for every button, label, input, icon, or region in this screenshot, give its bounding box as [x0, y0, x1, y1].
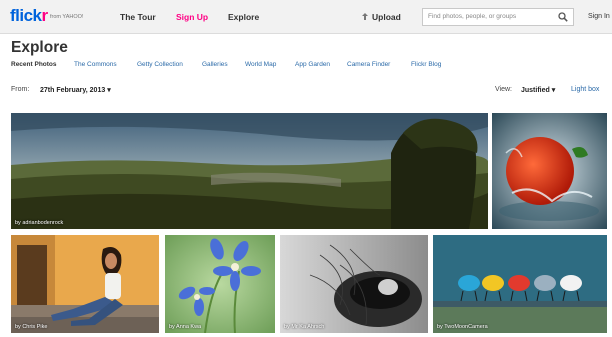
date-value: 27th February, 2013 — [40, 87, 106, 94]
woman-image — [11, 235, 159, 333]
tomato-image — [492, 113, 607, 229]
subnav-the-commons[interactable]: The Commons — [74, 61, 117, 68]
photo-credit[interactable]: by Chris Pike — [15, 324, 47, 330]
upload-icon[interactable] — [362, 13, 368, 20]
from-label: From: — [11, 86, 30, 93]
photo-tile-chairs[interactable]: by TwoMoonCamera — [433, 235, 607, 333]
photo-tile-tomato[interactable] — [492, 113, 607, 229]
date-selector[interactable]: 27th February, 2013 ▾ — [40, 86, 111, 94]
search-placeholder: Find photos, people, or groups — [428, 13, 517, 20]
search-input[interactable]: Find photos, people, or groups — [422, 8, 574, 26]
by-yahoo-text: from YAHOO! — [50, 14, 84, 20]
nav-the-tour[interactable]: The Tour — [120, 12, 156, 22]
light-box-link[interactable]: Light box — [571, 86, 599, 93]
flowers-image — [165, 235, 275, 333]
view-value: Justified — [521, 87, 550, 94]
nest-image — [280, 235, 428, 333]
photo-credit[interactable]: by Anna Kwa — [169, 324, 201, 330]
chevron-down-icon: ▾ — [107, 87, 111, 94]
logo-part-r: r — [41, 6, 49, 25]
nav-explore[interactable]: Explore — [228, 12, 259, 22]
view-chevron-down-icon: ▾ — [551, 87, 556, 94]
upload-link[interactable]: Upload — [372, 12, 401, 22]
subnav-recent-photos[interactable]: Recent Photos — [11, 61, 57, 68]
sign-in-link[interactable]: Sign In — [588, 13, 610, 20]
subnav-camera-finder[interactable]: Camera Finder — [347, 61, 390, 68]
view-selector[interactable]: Justified ▾ — [521, 86, 555, 94]
landscape-image — [11, 113, 488, 229]
page-title: Explore — [11, 39, 68, 56]
subnav-flickr-blog[interactable]: Flickr Blog — [411, 61, 441, 68]
subnav-galleries[interactable]: Galleries — [202, 61, 228, 68]
photo-tile-flowers[interactable]: by Anna Kwa — [165, 235, 275, 333]
subnav-getty-collection[interactable]: Getty Collection — [137, 61, 183, 68]
view-label: View: — [495, 86, 512, 93]
chairs-image — [433, 235, 607, 333]
nav-sign-up[interactable]: Sign Up — [176, 12, 208, 22]
logo-part-flick: flick — [10, 6, 42, 25]
photo-credit[interactable]: by TwoMoonCamera — [437, 324, 488, 330]
search-icon[interactable] — [558, 12, 568, 22]
photo-tile-nest[interactable]: by Mr Ka Ahrsch — [280, 235, 428, 333]
photo-credit[interactable]: by adrianbodenrock — [15, 220, 63, 226]
photo-credit[interactable]: by Mr Ka Ahrsch — [284, 324, 324, 330]
flickr-logo[interactable]: flickr — [10, 6, 48, 26]
photo-tile-woman[interactable]: by Chris Pike — [11, 235, 159, 333]
photo-tile-landscape[interactable]: by adrianbodenrock — [11, 113, 488, 229]
subnav-world-map[interactable]: World Map — [245, 61, 276, 68]
subnav-app-garden[interactable]: App Garden — [295, 61, 330, 68]
top-bar: flickr from YAHOO! The Tour Sign Up Expl… — [0, 0, 612, 34]
